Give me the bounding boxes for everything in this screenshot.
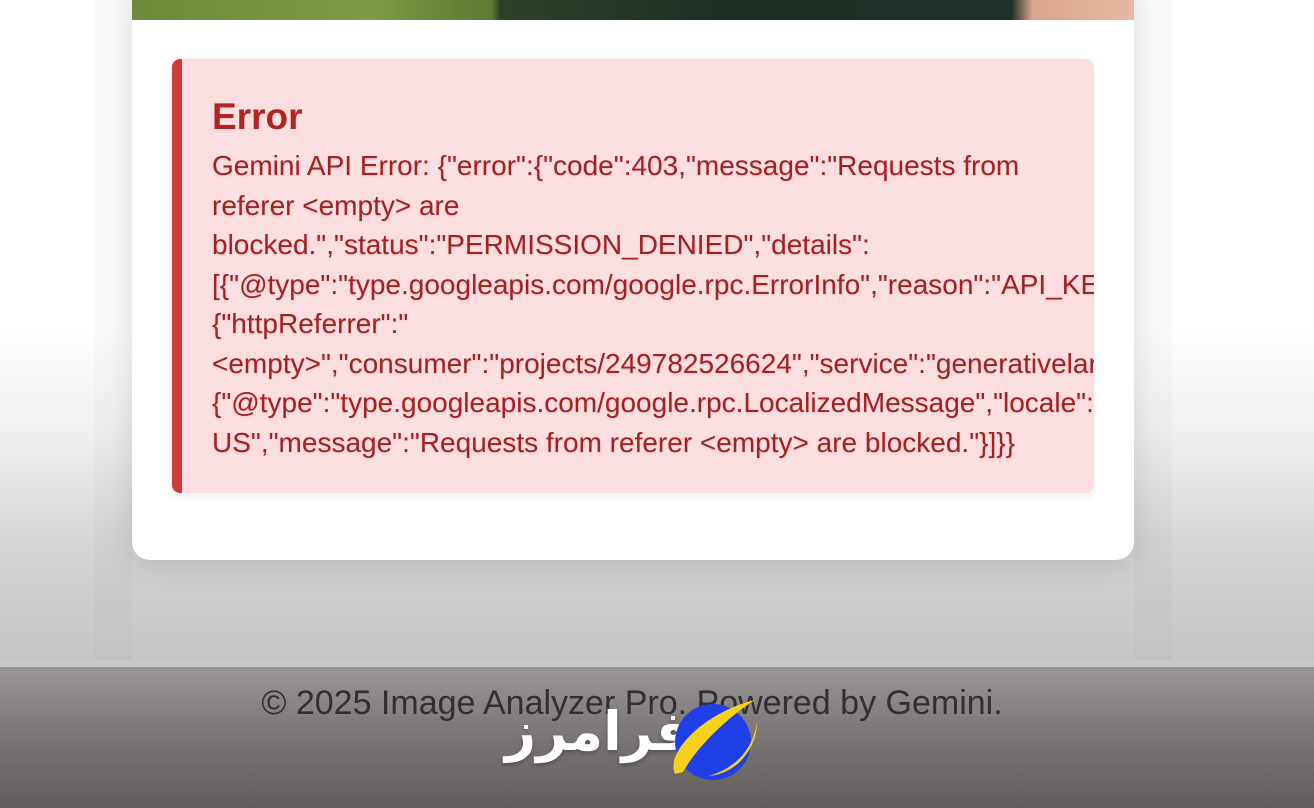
uploaded-image-preview xyxy=(132,0,1134,20)
error-message-line: {"@type":"type.googleapis.com/google.rpc… xyxy=(212,387,1094,418)
error-message: Gemini API Error: {"error":{"code":403,"… xyxy=(212,146,1094,462)
error-message-line: {"httpReferrer":" xyxy=(212,308,409,339)
watermark-text: فرامرز xyxy=(505,700,691,763)
error-message-line: <empty>","consumer":"projects/2497825266… xyxy=(212,347,1094,379)
blue-planet-logo-icon xyxy=(673,700,757,780)
error-title: Error xyxy=(212,96,303,137)
error-message-line: blocked.","status":"PERMISSION_DENIED","… xyxy=(212,229,870,260)
error-alert: Error Gemini API Error: {"error":{"code"… xyxy=(172,59,1094,493)
result-card: Error Gemini API Error: {"error":{"code"… xyxy=(132,0,1134,560)
error-message-line: US","message":"Requests from referer <em… xyxy=(212,426,1015,458)
watermark: فرامرز xyxy=(505,692,765,788)
error-message-line: referer <empty> are xyxy=(212,189,460,221)
side-gutter-right xyxy=(1134,0,1172,660)
error-message-line: [{"@type":"type.googleapis.com/google.rp… xyxy=(212,268,1094,300)
error-message-line: Gemini API Error: {"error":{"code":403,"… xyxy=(212,150,1020,181)
side-gutter-left xyxy=(94,0,132,660)
